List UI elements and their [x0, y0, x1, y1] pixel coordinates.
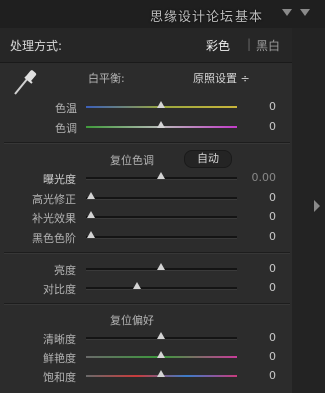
vibrance-label: 鲜艳度 — [43, 352, 76, 365]
fill-value[interactable]: 0 — [246, 210, 276, 223]
vibrance-slider-thumb[interactable] — [157, 351, 165, 358]
right-panel-strip — [292, 28, 325, 393]
watermark-text: 思缘设计论坛 — [150, 10, 235, 25]
recovery-slider[interactable] — [86, 197, 237, 200]
blacks-slider[interactable] — [86, 236, 237, 239]
exposure-slider-thumb[interactable] — [157, 172, 165, 179]
treatment-label: 处理方式: — [10, 39, 63, 53]
temp-value[interactable]: 0 — [246, 100, 276, 113]
treatment-bw-button[interactable]: 黑白 — [256, 37, 280, 54]
tint-value[interactable]: 0 — [246, 120, 276, 133]
vibrance-value[interactable]: 0 — [246, 350, 276, 363]
saturation-slider-thumb[interactable] — [157, 370, 165, 377]
brightness-value[interactable]: 0 — [246, 262, 276, 275]
contrast-slider[interactable] — [86, 287, 237, 290]
tone-reset-label[interactable]: 复位色调 — [110, 152, 154, 168]
saturation-label: 饱和度 — [43, 371, 76, 384]
right-panel-toggle-icon[interactable] — [314, 200, 320, 212]
contrast-slider-thumb[interactable] — [133, 282, 141, 289]
fill-slider-thumb[interactable] — [87, 211, 95, 218]
divider — [4, 252, 290, 254]
treatment-separator: | — [247, 37, 252, 51]
auto-tone-button[interactable]: 自动 — [184, 150, 232, 168]
divider — [4, 303, 290, 305]
temp-label: 色温 — [55, 102, 77, 115]
treatment-color-button[interactable]: 彩色 — [206, 37, 230, 54]
watermark-extra: 基本 — [235, 10, 264, 25]
exposure-label: 曝光度 — [43, 173, 76, 186]
recovery-label: 高光修正 — [32, 193, 76, 206]
recovery-value[interactable]: 0 — [246, 191, 276, 204]
wb-preset-select[interactable]: 原照设置 ÷ — [193, 70, 250, 86]
wb-label: 白平衡: — [88, 72, 125, 85]
fill-slider[interactable] — [86, 216, 237, 219]
blacks-value[interactable]: 0 — [246, 230, 276, 243]
tint-label: 色调 — [55, 122, 77, 135]
divider — [4, 142, 290, 144]
exposure-value[interactable]: 0.00 — [246, 171, 277, 184]
treatment-row: 处理方式: 彩色 | 黑白 — [0, 28, 292, 63]
blacks-slider-thumb[interactable] — [87, 231, 95, 238]
eyedropper-icon[interactable] — [10, 66, 40, 98]
presence-reset-label[interactable]: 复位偏好 — [110, 312, 154, 328]
saturation-value[interactable]: 0 — [246, 369, 276, 382]
collapse-triangle-icon[interactable] — [282, 9, 292, 16]
brightness-slider-thumb[interactable] — [157, 263, 165, 270]
temp-slider-thumb[interactable] — [157, 101, 165, 108]
panel-header: 思缘设计论坛 基本 — [0, 0, 325, 28]
fill-label: 补光效果 — [32, 212, 76, 225]
contrast-value[interactable]: 0 — [246, 281, 276, 294]
contrast-label: 对比度 — [43, 283, 76, 296]
brightness-label: 亮度 — [54, 264, 76, 277]
recovery-slider-thumb[interactable] — [87, 192, 95, 199]
clarity-slider-thumb[interactable] — [157, 332, 165, 339]
blacks-label: 黑色色阶 — [32, 232, 76, 245]
clarity-value[interactable]: 0 — [246, 331, 276, 344]
tint-slider-thumb[interactable] — [157, 121, 165, 128]
clarity-label: 清晰度 — [43, 333, 76, 346]
expand-triangle-icon[interactable] — [300, 9, 310, 16]
